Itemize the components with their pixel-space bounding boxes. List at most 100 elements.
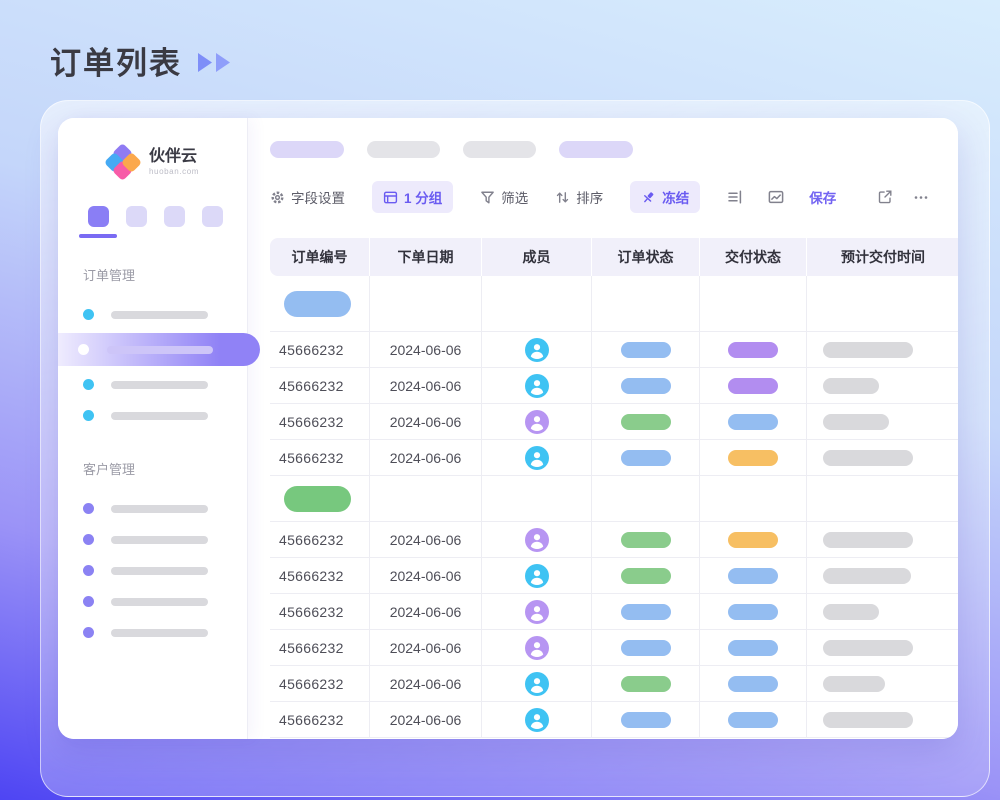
table-row[interactable]: 456662322024-06-06 [270,630,958,666]
sidebar-item-dot-icon [83,534,94,545]
sidebar-item-label-placeholder [111,629,208,637]
brand-logo-icon [106,145,140,179]
order-no-cell: 45666232 [270,368,370,403]
order-no-cell: 45666232 [270,522,370,557]
delivery-status-cell [700,368,807,403]
table-row[interactable]: 456662322024-06-06 [270,368,958,404]
delivery-time-cell [807,702,958,737]
group-badge[interactable] [284,486,351,512]
table-row[interactable]: 456662322024-06-06 [270,404,958,440]
member-avatar-icon [525,410,549,434]
column-header-3[interactable]: 成员 [482,238,592,276]
sidebar-item-dot-icon [83,379,94,390]
sidebar-item[interactable] [58,586,247,617]
freeze-button[interactable]: 冻结 [630,181,700,213]
delivery-status-badge [728,604,778,620]
delivery-time-placeholder [823,568,911,584]
table-row[interactable]: 456662322024-06-06 [270,702,958,738]
column-header-4[interactable]: 订单状态 [592,238,700,276]
view-tab-2[interactable] [367,141,440,158]
workspace-tab-3[interactable] [164,206,185,227]
table-row[interactable]: 456662322024-06-06 [270,332,958,368]
table-row[interactable]: 456662322024-06-06 [270,594,958,630]
sidebar-item[interactable] [58,617,247,648]
column-header-6[interactable]: 预计交付时间 [807,238,958,276]
workspace-tabs [88,206,247,227]
delivery-time-placeholder [823,450,913,466]
member-avatar-icon [525,600,549,624]
delivery-status-cell [700,630,807,665]
play-arrow-icon [198,53,212,72]
brand-logo: 伙伴云 huoban.com [58,118,247,179]
order-no-cell: 45666232 [270,404,370,439]
member-avatar-icon [525,564,549,588]
order-status-badge [621,568,671,584]
order-date-cell: 2024-06-06 [370,332,482,367]
order-table: 订单编号下单日期成员订单状态交付状态预计交付时间 456662322024-06… [270,238,958,738]
chart-view-button[interactable] [768,189,784,205]
funnel-icon [480,190,495,205]
filter-button[interactable]: 筛选 [480,187,528,207]
group-button[interactable]: 1 分组 [372,181,453,213]
sidebar-item[interactable] [58,524,247,555]
sidebar-item-label-placeholder [111,311,208,319]
sidebar-item[interactable] [58,299,247,330]
table-row[interactable]: 456662322024-06-06 [270,666,958,702]
member-cell [482,404,592,439]
column-header-2[interactable]: 下单日期 [370,238,482,276]
delivery-status-cell [700,594,807,629]
group-cell [370,276,482,331]
order-date-cell: 2024-06-06 [370,522,482,557]
delivery-status-badge [728,342,778,358]
sidebar-nav: 订单管理客户管理 [58,265,247,648]
view-tab-4[interactable] [559,141,633,158]
sort-button[interactable]: 排序 [555,187,603,207]
title-arrows-icon [198,53,230,72]
share-icon [877,189,893,205]
sidebar-item[interactable] [58,555,247,586]
table-row[interactable]: 456662322024-06-06 [270,522,958,558]
order-status-cell [592,594,700,629]
table-row[interactable]: 456662322024-06-06 [270,558,958,594]
delivery-time-cell [807,440,958,475]
table-row[interactable]: 456662322024-06-06 [270,440,958,476]
workspace-tab-1[interactable] [88,206,109,227]
order-status-badge [621,450,671,466]
column-header-5[interactable]: 交付状态 [700,238,807,276]
group-label: 1 分组 [404,187,442,207]
delivery-time-cell [807,558,958,593]
group-badge[interactable] [284,291,351,317]
workspace-tab-4[interactable] [202,206,223,227]
page-header: 订单列表 [50,38,230,83]
view-tab-1[interactable] [270,141,344,158]
save-button[interactable]: 保存 [809,187,836,207]
sidebar-item[interactable] [58,333,260,366]
delivery-status-badge [728,378,778,394]
toolbar-right [877,189,930,205]
delivery-status-badge [728,414,778,430]
share-button[interactable] [877,189,893,205]
order-status-cell [592,332,700,367]
order-status-badge [621,342,671,358]
column-header-1[interactable]: 订单编号 [270,238,370,276]
sidebar-item[interactable] [58,400,247,431]
sidebar-item-label-placeholder [111,567,208,575]
row-height-button[interactable] [727,189,743,205]
delivery-status-badge [728,450,778,466]
sidebar-item[interactable] [58,369,247,400]
delivery-status-badge [728,676,778,692]
order-no-cell: 45666232 [270,666,370,701]
order-status-cell [592,702,700,737]
sort-label: 排序 [576,187,603,207]
order-date-cell: 2024-06-06 [370,594,482,629]
more-button[interactable] [912,189,930,205]
field-settings-button[interactable]: 字段设置 [270,187,345,207]
order-status-badge [621,712,671,728]
workspace-tab-2[interactable] [126,206,147,227]
delivery-time-cell [807,666,958,701]
view-tab-3[interactable] [463,141,536,158]
delivery-time-placeholder [823,604,879,620]
member-cell [482,630,592,665]
group-cell [592,476,700,521]
sidebar-item[interactable] [58,493,247,524]
